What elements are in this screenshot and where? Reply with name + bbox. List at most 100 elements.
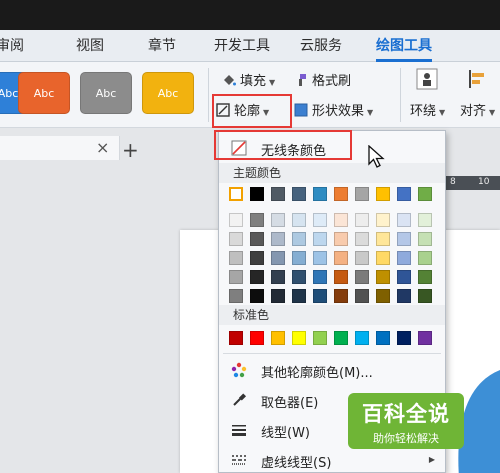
chevron-down-icon: ▼ bbox=[367, 108, 374, 117]
color-swatch[interactable] bbox=[355, 289, 369, 303]
outline-button[interactable]: 轮廓 ▼ bbox=[216, 100, 269, 119]
color-swatch[interactable] bbox=[250, 270, 264, 284]
shape-effect-button[interactable]: 形状效果 ▼ bbox=[294, 100, 373, 119]
new-tab-button[interactable]: + bbox=[122, 138, 139, 162]
color-swatch[interactable] bbox=[250, 187, 264, 201]
tab-view[interactable]: 视图 bbox=[76, 30, 104, 62]
standard-color-swatch[interactable] bbox=[292, 331, 306, 345]
tab-drawing-tools[interactable]: 绘图工具 bbox=[376, 30, 432, 62]
color-swatch[interactable] bbox=[229, 232, 243, 246]
color-swatch[interactable] bbox=[397, 251, 411, 265]
color-swatch[interactable] bbox=[271, 213, 285, 227]
color-swatch[interactable] bbox=[229, 270, 243, 284]
color-swatch[interactable] bbox=[397, 289, 411, 303]
color-swatch[interactable] bbox=[355, 213, 369, 227]
color-swatch[interactable] bbox=[292, 187, 306, 201]
color-swatch[interactable] bbox=[376, 251, 390, 265]
color-swatch[interactable] bbox=[250, 289, 264, 303]
standard-color-swatch[interactable] bbox=[397, 331, 411, 345]
color-swatch[interactable] bbox=[355, 232, 369, 246]
color-swatch[interactable] bbox=[418, 187, 432, 201]
color-swatch[interactable] bbox=[334, 270, 348, 284]
eyedropper-label: 取色器(E) bbox=[261, 396, 319, 411]
color-swatch[interactable] bbox=[229, 251, 243, 265]
color-swatch[interactable] bbox=[250, 232, 264, 246]
align-button[interactable]: 对齐 ▼ bbox=[460, 68, 495, 119]
color-swatch[interactable] bbox=[418, 251, 432, 265]
no-line-color-option[interactable]: 无线条颜色 bbox=[219, 133, 445, 163]
color-swatch[interactable] bbox=[292, 213, 306, 227]
dash-type-option[interactable]: 虚线线型(S) ▶ bbox=[219, 445, 445, 473]
color-swatch[interactable] bbox=[355, 187, 369, 201]
color-swatch[interactable] bbox=[313, 232, 327, 246]
tab-review[interactable]: 审阅 bbox=[0, 30, 24, 62]
color-swatch[interactable] bbox=[376, 187, 390, 201]
standard-color-swatch[interactable] bbox=[271, 331, 285, 345]
more-outline-colors-option[interactable]: 其他轮廓颜色(M)... bbox=[219, 355, 445, 385]
color-swatch[interactable] bbox=[397, 187, 411, 201]
color-swatch[interactable] bbox=[397, 213, 411, 227]
shape-style-yellow[interactable]: Abc bbox=[142, 72, 194, 114]
screen: 审阅 视图 章节 开发工具 云服务 绘图工具 Abc Abc Abc Abc 填… bbox=[0, 0, 500, 473]
color-swatch[interactable] bbox=[334, 213, 348, 227]
tab-section[interactable]: 章节 bbox=[148, 30, 176, 62]
color-swatch[interactable] bbox=[271, 251, 285, 265]
color-swatch[interactable] bbox=[229, 213, 243, 227]
color-swatch[interactable] bbox=[313, 187, 327, 201]
color-swatch[interactable] bbox=[418, 232, 432, 246]
color-swatch[interactable] bbox=[250, 213, 264, 227]
ribbon: Abc Abc Abc Abc 填充 ▼ 格式刷 轮廓 ▼ 形状效果 ▼ 环绕 … bbox=[0, 62, 500, 128]
color-swatch[interactable] bbox=[271, 187, 285, 201]
color-swatch[interactable] bbox=[229, 187, 243, 201]
close-icon[interactable]: × bbox=[96, 138, 109, 157]
shape-style-gray[interactable]: Abc bbox=[80, 72, 132, 114]
tab-cloud[interactable]: 云服务 bbox=[300, 30, 342, 62]
color-swatch[interactable] bbox=[376, 270, 390, 284]
color-swatch[interactable] bbox=[334, 289, 348, 303]
standard-color-swatch[interactable] bbox=[334, 331, 348, 345]
ruler-tick-label: 8 bbox=[450, 177, 456, 187]
color-swatch[interactable] bbox=[313, 213, 327, 227]
align-icon bbox=[469, 70, 484, 88]
eyedropper-icon bbox=[233, 393, 247, 406]
color-swatch[interactable] bbox=[376, 232, 390, 246]
color-swatch[interactable] bbox=[418, 270, 432, 284]
color-swatch[interactable] bbox=[313, 270, 327, 284]
wrap-label: 环绕 bbox=[410, 104, 437, 119]
color-swatch[interactable] bbox=[250, 251, 264, 265]
color-swatch[interactable] bbox=[292, 251, 306, 265]
wrap-button[interactable]: 环绕 ▼ bbox=[410, 68, 445, 119]
standard-color-swatch[interactable] bbox=[313, 331, 327, 345]
color-swatch[interactable] bbox=[292, 289, 306, 303]
standard-color-swatch[interactable] bbox=[355, 331, 369, 345]
color-swatch[interactable] bbox=[313, 251, 327, 265]
color-swatch[interactable] bbox=[229, 289, 243, 303]
standard-color-swatch[interactable] bbox=[376, 331, 390, 345]
color-swatch[interactable] bbox=[355, 270, 369, 284]
color-swatch[interactable] bbox=[376, 213, 390, 227]
format-brush-button[interactable]: 格式刷 bbox=[294, 70, 351, 89]
standard-color-swatch[interactable] bbox=[418, 331, 432, 345]
standard-color-swatch[interactable] bbox=[229, 331, 243, 345]
standard-color-swatch[interactable] bbox=[250, 331, 264, 345]
color-swatch[interactable] bbox=[271, 289, 285, 303]
fill-button[interactable]: 填充 ▼ bbox=[222, 70, 275, 89]
no-line-color-label: 无线条颜色 bbox=[261, 144, 327, 159]
color-swatch[interactable] bbox=[334, 232, 348, 246]
shape-style-orange[interactable]: Abc bbox=[18, 72, 70, 114]
color-swatch[interactable] bbox=[271, 232, 285, 246]
color-swatch[interactable] bbox=[418, 213, 432, 227]
color-swatch[interactable] bbox=[334, 251, 348, 265]
color-swatch[interactable] bbox=[292, 232, 306, 246]
color-swatch[interactable] bbox=[292, 270, 306, 284]
color-swatch[interactable] bbox=[397, 270, 411, 284]
color-swatch[interactable] bbox=[376, 289, 390, 303]
document-tab[interactable]: × bbox=[0, 136, 120, 160]
color-swatch[interactable] bbox=[418, 289, 432, 303]
color-swatch[interactable] bbox=[271, 270, 285, 284]
tab-developer[interactable]: 开发工具 bbox=[214, 30, 270, 62]
color-swatch[interactable] bbox=[334, 187, 348, 201]
color-swatch[interactable] bbox=[397, 232, 411, 246]
color-swatch[interactable] bbox=[313, 289, 327, 303]
color-swatch[interactable] bbox=[355, 251, 369, 265]
